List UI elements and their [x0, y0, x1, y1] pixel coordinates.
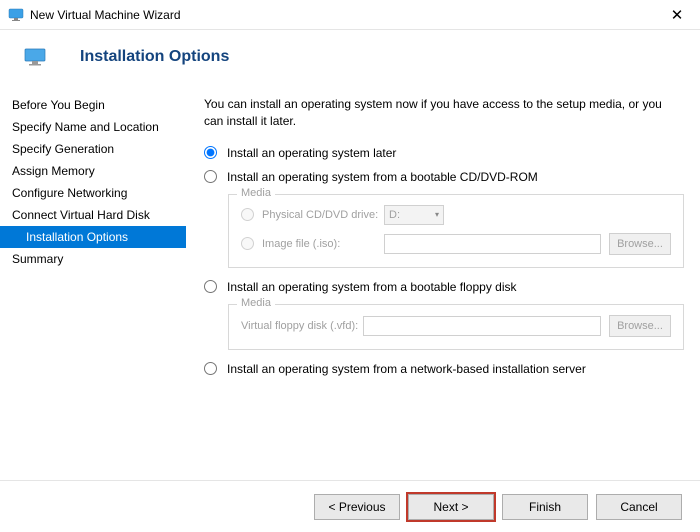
radio-physical-drive — [241, 208, 254, 221]
main-panel: You can install an operating system now … — [186, 82, 700, 480]
sidebar-item-specify-generation[interactable]: Specify Generation — [0, 138, 186, 160]
next-button[interactable]: Next > — [408, 494, 494, 520]
media-legend: Media — [237, 187, 275, 199]
radio-label: Install an operating system from a boota… — [227, 280, 517, 294]
radio-label: Install an operating system from a boota… — [227, 170, 538, 184]
sidebar-item-summary[interactable]: Summary — [0, 248, 186, 270]
browse-iso-button: Browse... — [609, 233, 671, 255]
floppy-label: Virtual floppy disk (.vfd): — [241, 320, 363, 332]
radio-image-file — [241, 237, 254, 250]
sidebar-item-label: Summary — [12, 252, 63, 266]
physical-drive-row: Physical CD/DVD drive: D: ▾ — [241, 205, 671, 225]
media-group-floppy: Media Virtual floppy disk (.vfd): Browse… — [228, 304, 684, 350]
media-legend: Media — [237, 297, 275, 309]
image-file-label: Image file (.iso): — [262, 238, 384, 250]
physical-drive-dropdown: D: ▾ — [384, 205, 444, 225]
intro-text: You can install an operating system now … — [204, 96, 684, 130]
sidebar-item-label: Connect Virtual Hard Disk — [12, 208, 150, 222]
page-header: Installation Options — [0, 30, 700, 82]
sidebar-item-label: Specify Name and Location — [12, 120, 159, 134]
close-icon[interactable]: ✕ — [662, 6, 692, 24]
page-title: Installation Options — [80, 48, 229, 66]
previous-button[interactable]: < Previous — [314, 494, 400, 520]
option-install-later[interactable]: Install an operating system later — [204, 146, 684, 160]
sidebar-item-assign-memory[interactable]: Assign Memory — [0, 160, 186, 182]
header-icon — [24, 46, 46, 68]
option-install-cddvd[interactable]: Install an operating system from a boota… — [204, 170, 684, 184]
content-area: Before You Begin Specify Name and Locati… — [0, 82, 700, 480]
app-icon — [8, 7, 24, 23]
radio-label: Install an operating system from a netwo… — [227, 362, 586, 376]
wizard-steps-sidebar: Before You Begin Specify Name and Locati… — [0, 82, 186, 480]
physical-drive-label: Physical CD/DVD drive: — [262, 209, 384, 221]
sidebar-item-label: Configure Networking — [12, 186, 127, 200]
wizard-footer: < Previous Next > Finish Cancel — [0, 480, 700, 532]
browse-vfd-button: Browse... — [609, 315, 671, 337]
chevron-down-icon: ▾ — [435, 210, 439, 219]
image-file-row: Image file (.iso): Browse... — [241, 233, 671, 255]
dropdown-value: D: — [389, 209, 400, 221]
window-title: New Virtual Machine Wizard — [30, 8, 662, 22]
sidebar-item-configure-networking[interactable]: Configure Networking — [0, 182, 186, 204]
image-file-input — [384, 234, 601, 254]
sidebar-item-label: Specify Generation — [12, 142, 114, 156]
sidebar-item-label: Installation Options — [26, 230, 128, 244]
sidebar-item-specify-name[interactable]: Specify Name and Location — [0, 116, 186, 138]
radio-install-later[interactable] — [204, 146, 217, 159]
sidebar-item-connect-vhd[interactable]: Connect Virtual Hard Disk — [0, 204, 186, 226]
radio-install-floppy[interactable] — [204, 280, 217, 293]
sidebar-item-label: Before You Begin — [12, 98, 105, 112]
floppy-row: Virtual floppy disk (.vfd): Browse... — [241, 315, 671, 337]
sidebar-item-label: Assign Memory — [12, 164, 95, 178]
option-install-floppy[interactable]: Install an operating system from a boota… — [204, 280, 684, 294]
media-group-cddvd: Media Physical CD/DVD drive: D: ▾ Image … — [228, 194, 684, 268]
floppy-input — [363, 316, 601, 336]
title-bar: New Virtual Machine Wizard ✕ — [0, 0, 700, 30]
finish-button[interactable]: Finish — [502, 494, 588, 520]
radio-label: Install an operating system later — [227, 146, 396, 160]
option-install-network[interactable]: Install an operating system from a netwo… — [204, 362, 684, 376]
radio-install-cddvd[interactable] — [204, 170, 217, 183]
sidebar-item-before-you-begin[interactable]: Before You Begin — [0, 94, 186, 116]
sidebar-item-installation-options[interactable]: Installation Options — [0, 226, 186, 248]
radio-install-network[interactable] — [204, 362, 217, 375]
cancel-button[interactable]: Cancel — [596, 494, 682, 520]
